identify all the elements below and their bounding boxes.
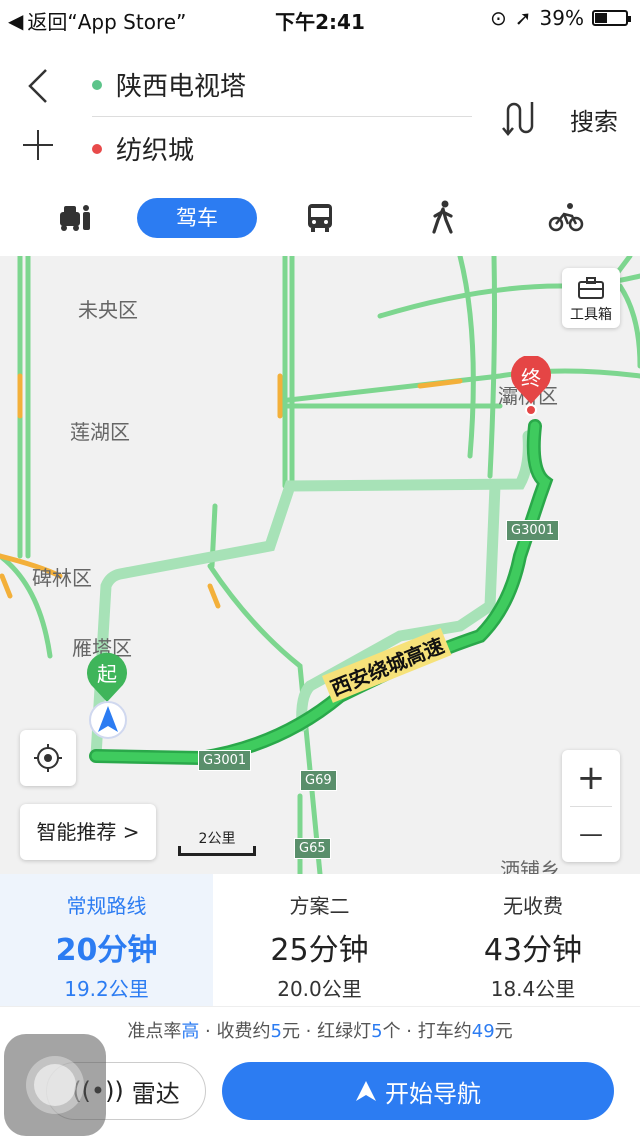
start-navigation-label: 开始导航 [385,1079,481,1108]
start-navigation-button[interactable]: 开始导航 [222,1062,614,1120]
status-right: ⊙ ➚ 39% [490,6,631,30]
assistive-touch-button[interactable] [4,1034,106,1136]
toolbox-icon [578,277,604,299]
punctual-label: 准点率 [127,1021,182,1042]
lights-value: 5 [371,1021,383,1042]
lights-unit: 个 · 打车约 [382,1021,472,1042]
search-button[interactable]: 搜索 [570,102,618,137]
tab-drive[interactable]: 驾车 [137,198,257,238]
locate-icon [34,744,62,772]
route-option[interactable]: 方案二 25分钟 20.0公里 [213,874,426,1006]
back-chevron-icon[interactable] [24,66,54,106]
taxi-icon[interactable] [58,202,94,234]
radar-label: 雷达 [131,1079,180,1108]
end-marker-label: 终 [521,366,541,390]
road-badge: G3001 [198,750,252,771]
assistive-center [34,1064,76,1106]
status-bar: ◀ 返回“App Store” 下午2:41 ⊙ ➚ 39% [0,0,640,36]
zoom-out-button[interactable]: — [562,806,620,862]
field-divider [92,116,472,117]
navigation-arrow-icon [356,1081,376,1101]
taxi-value: 49 [471,1021,495,1042]
district-label: 莲湖区 [70,420,130,444]
toll-label: · 收费约 [199,1021,271,1042]
taxi-unit: 元 [494,1021,513,1042]
route-duration: 43分钟 [483,933,583,968]
bus-icon[interactable] [306,202,334,234]
road-badge: G69 [300,770,337,791]
district-label: 洒铺乡 [500,858,560,874]
end-dot-icon [92,144,102,154]
toll-unit: 元 · 红绿灯 [281,1021,372,1042]
route-option[interactable]: 无收费 43分钟 18.4公里 [426,874,640,1006]
toolbox-button[interactable]: 工具箱 [562,268,620,328]
route-distance: 18.4公里 [490,977,576,1001]
scale-bar [178,846,256,856]
end-marker: 终 [508,354,554,416]
scale-label: 2公里 [198,831,236,847]
zoom-control: + — [562,750,620,862]
route-distance: 20.0公里 [277,977,362,1001]
route-header: 陕西电视塔 纺织城 搜索 驾车 [0,36,640,256]
road-badge: G65 [294,838,331,859]
route-name: 方案二 [289,894,350,918]
battery-percent: 39% [539,6,584,30]
location-arrow-icon: ➚ [514,6,532,30]
start-marker-label: 起 [97,662,117,686]
route-option[interactable]: 常规路线 20分钟 19.2公里 [0,874,213,1006]
toll-value: 5 [270,1021,282,1042]
toolbox-label: 工具箱 [570,307,612,323]
punctual-value: 高 [181,1021,200,1042]
district-label: 未央区 [78,298,138,322]
smart-recommend-button[interactable]: 智能推荐 > [20,804,156,860]
route-name: 无收费 [503,894,563,918]
walk-icon[interactable] [430,200,456,234]
route-duration: 25分钟 [270,933,369,968]
end-location[interactable]: 纺织城 [116,130,194,167]
add-waypoint-icon[interactable] [22,130,54,162]
start-dot-icon [92,80,102,90]
current-location-arrow-icon [89,701,127,739]
battery-icon [592,10,631,26]
locate-button[interactable] [20,730,76,786]
swap-icon[interactable] [498,98,538,138]
district-label: 碑林区 [32,566,92,590]
route-duration: 20分钟 [55,933,158,968]
map-scale: 2公里 [178,828,256,856]
zoom-in-button[interactable]: + [562,750,620,806]
route-name: 常规路线 [66,894,147,918]
start-marker: 起 [84,652,130,704]
bike-icon[interactable] [548,202,584,234]
start-location[interactable]: 陕西电视塔 [116,66,246,103]
rotation-lock-icon: ⊙ [490,6,507,30]
route-distance: 19.2公里 [64,977,149,1001]
road-badge: G3001 [506,520,560,541]
map-view[interactable]: 未央区 莲湖区 碑林区 雁塔区 灞桥区 洒铺乡 G3001 G3001 G69 … [0,256,640,874]
route-options: 常规路线 20分钟 19.2公里 方案二 25分钟 20.0公里 无收费 43分… [0,874,640,1006]
